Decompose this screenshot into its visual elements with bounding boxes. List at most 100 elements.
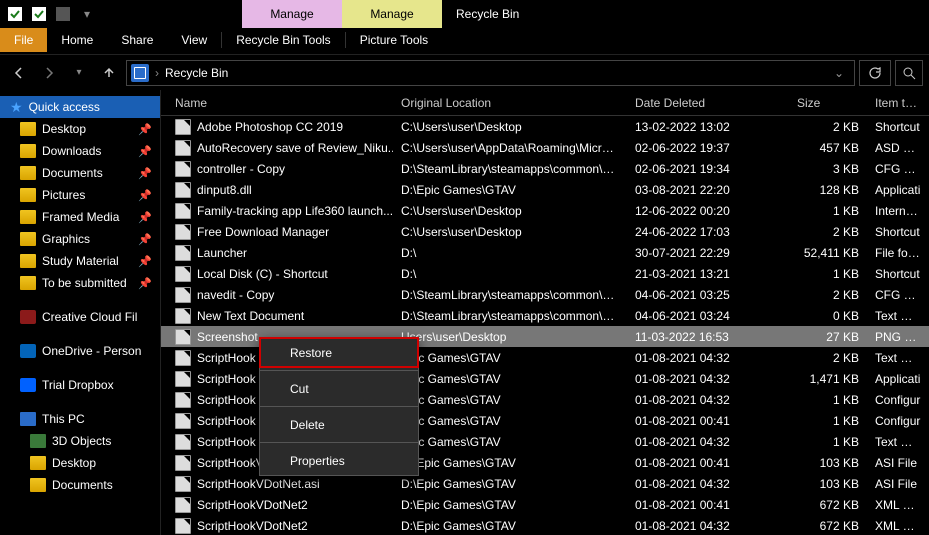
file-type: Internet S <box>867 204 929 218</box>
table-row[interactable]: Free Download ManagerC:\Users\user\Deskt… <box>161 221 929 242</box>
sidebar-dropbox[interactable]: Trial Dropbox <box>0 374 160 396</box>
table-row[interactable]: LauncherD:\30-07-2021 22:2952,411 KBFile… <box>161 242 929 263</box>
file-date: 01-08-2021 04:32 <box>627 477 789 491</box>
file-size: 2 KB <box>789 225 867 239</box>
manage-tab-1[interactable]: Manage <box>242 0 342 28</box>
file-location: Users\user\Desktop <box>393 330 627 344</box>
file-name: Adobe Photoshop CC 2019 <box>197 120 343 134</box>
sidebar-item-desktop[interactable]: Desktop <box>0 452 160 474</box>
file-location: C:\Users\user\Desktop <box>393 204 627 218</box>
dropbox-icon <box>20 378 36 392</box>
tab-picture-tools[interactable]: Picture Tools <box>346 28 442 52</box>
table-row[interactable]: controller - CopyD:\SteamLibrary\steamap… <box>161 158 929 179</box>
file-type: Applicati <box>867 372 929 386</box>
pin-icon: 📌 <box>138 255 152 268</box>
tab-file[interactable]: File <box>0 28 47 52</box>
sidebar-onedrive[interactable]: OneDrive - Person <box>0 340 160 362</box>
search-box[interactable] <box>895 60 923 86</box>
ctx-cut[interactable]: Cut <box>260 374 418 403</box>
file-size: 27 KB <box>789 330 867 344</box>
col-original-location[interactable]: Original Location <box>393 96 627 110</box>
file-location: D:\Epic Games\GTAV <box>393 519 627 533</box>
sidebar-item-label: To be submitted <box>42 276 127 290</box>
back-button[interactable] <box>6 60 32 86</box>
col-size[interactable]: Size <box>789 96 867 110</box>
qat-dropdown-icon[interactable]: ▾ <box>76 3 98 25</box>
address-dropdown-icon[interactable]: ⌄ <box>828 66 850 80</box>
table-row[interactable]: AutoRecovery save of Review_Niku...C:\Us… <box>161 137 929 158</box>
ctx-properties[interactable]: Properties <box>260 446 418 475</box>
pin-icon: 📌 <box>138 167 152 180</box>
table-row[interactable]: Adobe Photoshop CC 2019C:\Users\user\Des… <box>161 116 929 137</box>
file-location: D:\SteamLibrary\steamapps\common\C... <box>393 288 627 302</box>
qat-icon-3[interactable] <box>52 3 74 25</box>
forward-button[interactable] <box>36 60 62 86</box>
table-row[interactable]: Family-tracking app Life360 launch...C:\… <box>161 200 929 221</box>
file-type: Shortcut <box>867 267 929 281</box>
col-item-type[interactable]: Item type <box>867 96 929 110</box>
quick-access-toolbar: ▾ <box>0 0 102 28</box>
folder-icon <box>20 210 36 224</box>
table-row[interactable]: navedit - CopyD:\SteamLibrary\steamapps\… <box>161 284 929 305</box>
file-date: 01-08-2021 00:41 <box>627 498 789 512</box>
manage-tab-2[interactable]: Manage <box>342 0 442 28</box>
sidebar-item-framed-media[interactable]: Framed Media 📌 <box>0 206 160 228</box>
table-row[interactable]: ScriptHookVDotNet2D:\Epic Games\GTAV01-0… <box>161 494 929 515</box>
file-date: 11-03-2022 16:53 <box>627 330 789 344</box>
sidebar-item-label: Documents <box>42 166 103 180</box>
ctx-delete[interactable]: Delete <box>260 410 418 439</box>
ctx-restore[interactable]: Restore <box>260 338 418 367</box>
file-location: D:\ <box>393 246 627 260</box>
recent-dropdown-icon[interactable]: ▾ <box>66 60 92 86</box>
tab-view[interactable]: View <box>167 28 221 52</box>
sidebar-item-graphics[interactable]: Graphics📌 <box>0 228 160 250</box>
sidebar-pc-label: This PC <box>42 412 85 426</box>
qat-icon-1[interactable] <box>4 3 26 25</box>
file-name: ScriptHook <box>197 351 256 365</box>
file-type: CFG File <box>867 162 929 176</box>
tab-home[interactable]: Home <box>47 28 107 52</box>
table-row[interactable]: ScriptHookVDotNet.asiD:\Epic Games\GTAV0… <box>161 473 929 494</box>
sidebar-creative-cloud[interactable]: Creative Cloud Fil <box>0 306 160 328</box>
file-size: 1 KB <box>789 393 867 407</box>
table-row[interactable]: dinput8.dllD:\Epic Games\GTAV03-08-2021 … <box>161 179 929 200</box>
file-size: 2 KB <box>789 288 867 302</box>
col-name[interactable]: Name <box>161 96 393 110</box>
file-date: 02-06-2022 19:37 <box>627 141 789 155</box>
table-row[interactable]: Local Disk (C) - ShortcutD:\21-03-2021 1… <box>161 263 929 284</box>
sidebar-this-pc[interactable]: This PC <box>0 408 160 430</box>
sidebar-item-3d-objects[interactable]: 3D Objects <box>0 430 160 452</box>
file-location: D:\Epic Games\GTAV <box>393 477 627 491</box>
sidebar-item-desktop[interactable]: Desktop📌 <box>0 118 160 140</box>
sidebar-item-to-be-submitted[interactable]: To be submitted📌 <box>0 272 160 294</box>
sidebar-item-downloads[interactable]: Downloads📌 <box>0 140 160 162</box>
sidebar-item-pictures[interactable]: Pictures📌 <box>0 184 160 206</box>
sidebar-item-documents[interactable]: Documents 📌 <box>0 162 160 184</box>
file-icon <box>175 119 191 135</box>
sidebar-quick-access[interactable]: ★ Quick access <box>0 96 160 118</box>
pin-icon: 📌 <box>138 211 152 224</box>
file-name: Launcher <box>197 246 247 260</box>
tab-recycle-bin-tools[interactable]: Recycle Bin Tools <box>222 28 345 52</box>
sidebar-item-documents[interactable]: Documents <box>0 474 160 496</box>
file-date: 01-08-2021 04:32 <box>627 351 789 365</box>
folder-icon <box>20 166 36 180</box>
file-date: 01-08-2021 04:32 <box>627 435 789 449</box>
pin-icon: 📌 <box>138 123 152 136</box>
refresh-button[interactable] <box>859 60 891 86</box>
table-row[interactable]: New Text DocumentD:\SteamLibrary\steamap… <box>161 305 929 326</box>
col-date-deleted[interactable]: Date Deleted <box>627 96 789 110</box>
file-type: ASD File <box>867 141 929 155</box>
tab-share[interactable]: Share <box>107 28 167 52</box>
file-type: Shortcut <box>867 225 929 239</box>
file-type: Configur <box>867 414 929 428</box>
folder-icon <box>20 276 36 290</box>
sidebar-item-label: Desktop <box>52 456 96 470</box>
address-bar[interactable]: › Recycle Bin ⌄ <box>126 60 855 86</box>
qat-icon-2[interactable] <box>28 3 50 25</box>
file-location: D:\Epic Games\GTAV <box>393 456 627 470</box>
up-button[interactable] <box>96 60 122 86</box>
sidebar-item-study-material[interactable]: Study Material📌 <box>0 250 160 272</box>
sidebar-item-label: Framed Media <box>42 210 119 224</box>
table-row[interactable]: ScriptHookVDotNet2D:\Epic Games\GTAV01-0… <box>161 515 929 535</box>
